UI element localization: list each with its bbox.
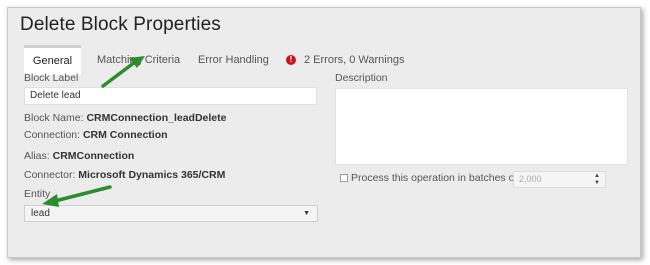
alias-row: Alias: CRMConnection bbox=[24, 150, 134, 162]
batch-size-input[interactable]: 2,000 ▲ ▼ bbox=[513, 171, 606, 188]
block-label-label: Block Label bbox=[24, 72, 79, 84]
validation-status[interactable]: ! 2 Errors, 0 Warnings bbox=[286, 45, 404, 75]
connection-value: CRM Connection bbox=[82, 129, 168, 141]
alias-label: Alias: bbox=[24, 150, 50, 162]
chevron-down-icon: ▼ bbox=[303, 210, 310, 217]
spinner-arrows-icon[interactable]: ▲ ▼ bbox=[594, 173, 600, 187]
connector-label: Connector: bbox=[24, 169, 76, 181]
entity-select[interactable]: lead ▼ bbox=[24, 205, 318, 222]
connection-row: Connection: CRM Connection bbox=[24, 129, 168, 141]
dialog-title: Delete Block Properties bbox=[20, 14, 221, 35]
batch-label: Process this operation in batches of bbox=[351, 172, 518, 184]
block-name-row: Block Name: CRMConnection_leadDelete bbox=[24, 112, 226, 124]
delete-block-properties-dialog: Delete Block Properties General Matching… bbox=[7, 7, 641, 258]
description-textarea[interactable] bbox=[335, 88, 628, 165]
error-icon: ! bbox=[286, 55, 296, 65]
alias-value: CRMConnection bbox=[52, 150, 135, 162]
block-label-input[interactable]: Delete lead bbox=[24, 87, 317, 105]
block-name-value: CRMConnection_leadDelete bbox=[86, 112, 227, 124]
connector-value: Microsoft Dynamics 365/CRM bbox=[78, 169, 226, 181]
entity-select-value: lead bbox=[31, 208, 50, 219]
tab-bar: General Matching Criteria Error Handling… bbox=[24, 45, 630, 75]
entity-label: Entity bbox=[24, 188, 51, 200]
connection-label: Connection: bbox=[24, 129, 81, 141]
description-label: Description bbox=[335, 72, 388, 84]
tab-matching-criteria[interactable]: Matching Criteria bbox=[97, 45, 180, 75]
tab-error-handling[interactable]: Error Handling bbox=[198, 45, 269, 75]
batch-size-value: 2,000 bbox=[519, 174, 542, 184]
connector-row: Connector: Microsoft Dynamics 365/CRM bbox=[24, 169, 225, 181]
validation-status-text: 2 Errors, 0 Warnings bbox=[304, 54, 405, 66]
batch-checkbox[interactable] bbox=[340, 174, 348, 182]
block-name-label: Block Name: bbox=[24, 112, 84, 124]
tab-general[interactable]: General bbox=[24, 45, 81, 75]
